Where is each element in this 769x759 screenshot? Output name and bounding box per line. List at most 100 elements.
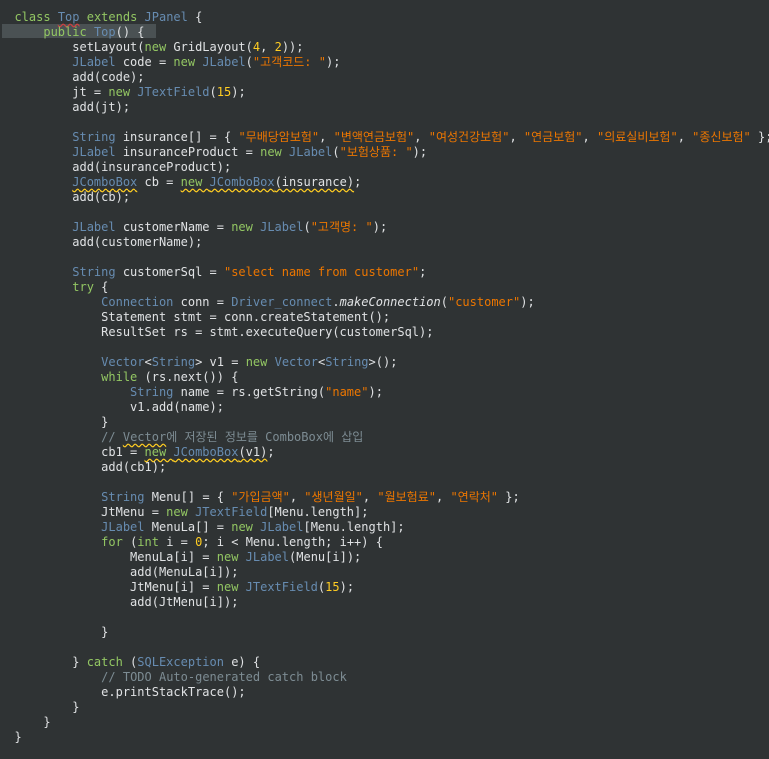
code-token: new: [180, 175, 210, 189]
code-line[interactable]: Connection conn = Driver_connect.makeCon…: [0, 295, 769, 310]
code-line[interactable]: [0, 610, 769, 625]
code-line[interactable]: [0, 250, 769, 265]
code-line[interactable]: add(cb);: [0, 190, 769, 205]
code-token: <: [144, 355, 152, 369]
code-token: ,: [414, 130, 429, 144]
code-line[interactable]: ResultSet rs = stmt.executeQuery(custome…: [0, 325, 769, 340]
code-token: "의료실비보험": [596, 130, 678, 144]
code-line[interactable]: add(MenuLa[i]);: [0, 565, 769, 580]
code-line[interactable]: MenuLa[i] = new JLabel(Menu[i]);: [0, 550, 769, 565]
code-line[interactable]: v1.add(name);: [0, 400, 769, 415]
code-token: conn =: [173, 295, 232, 309]
code-token: );: [368, 385, 383, 399]
code-token: "customer": [447, 295, 521, 309]
code-token: .: [332, 295, 340, 309]
code-token: class: [14, 10, 58, 24]
code-line[interactable]: Statement stmt = conn.createStatement();: [0, 310, 769, 325]
code-line[interactable]: [0, 115, 769, 130]
code-token: add(MenuLa[i]);: [0, 565, 239, 579]
code-editor[interactable]: class Top extends JPanel { public Top() …: [0, 0, 769, 759]
code-token: new: [216, 550, 246, 564]
code-line[interactable]: jt = new JTextField(15);: [0, 85, 769, 100]
code-line[interactable]: setLayout(new GridLayout(4, 2));: [0, 40, 769, 55]
code-line[interactable]: public Top() {: [0, 25, 769, 40]
code-line[interactable]: add(cb1);: [0, 460, 769, 475]
code-line[interactable]: JLabel MenuLa[] = new JLabel[Menu.length…: [0, 520, 769, 535]
code-token: (insurance): [274, 175, 355, 189]
code-line[interactable]: String Menu[] = { "가입금액", "생년월일", "월보험료"…: [0, 490, 769, 505]
code-line[interactable]: JLabel customerName = new JLabel("고객명: "…: [0, 220, 769, 235]
code-line[interactable]: add(customerName);: [0, 235, 769, 250]
code-line[interactable]: }: [0, 730, 769, 745]
code-token: JComboBox: [173, 445, 239, 459]
code-line[interactable]: class Top extends JPanel {: [0, 10, 769, 25]
code-token: {: [93, 280, 109, 294]
code-line[interactable]: Vector<String> v1 = new Vector<String>()…: [0, 355, 769, 370]
code-line[interactable]: cb1 = new JComboBox(v1);: [0, 445, 769, 460]
code-line[interactable]: [0, 205, 769, 220]
code-line[interactable]: }: [0, 415, 769, 430]
code-line[interactable]: JLabel insuranceProduct = new JLabel("보험…: [0, 145, 769, 160]
code-line[interactable]: }: [0, 715, 769, 730]
code-line[interactable]: // TODO Auto-generated catch block: [0, 670, 769, 685]
code-token: extends: [79, 10, 145, 24]
code-token: JComboBox: [209, 175, 275, 189]
code-token: "보험상품: ": [339, 145, 413, 159]
code-token: Auto-generated catch block: [151, 670, 347, 684]
code-line[interactable]: add(insuranceProduct);: [0, 160, 769, 175]
code-token: );: [339, 580, 355, 594]
code-line[interactable]: String customerSql = "select name from c…: [0, 265, 769, 280]
code-token: }: [0, 700, 80, 714]
code-token: "연락처": [450, 490, 499, 504]
code-line[interactable]: JLabel code = new JLabel("고객코드: ");: [0, 55, 769, 70]
code-line[interactable]: // Vector에 저장된 정보를 ComboBox에 삽입: [0, 430, 769, 445]
code-line[interactable]: add(code);: [0, 70, 769, 85]
code-token: ,: [260, 40, 275, 54]
code-line[interactable]: String insurance[] = { "무배당암보험", "변액연금보험…: [0, 130, 769, 145]
code-line[interactable]: try {: [0, 280, 769, 295]
code-token: v1.add(name);: [0, 400, 224, 414]
code-token: (: [122, 535, 138, 549]
code-line[interactable]: String name = rs.getString("name");: [0, 385, 769, 400]
code-line[interactable]: } catch (SQLException e) {: [0, 655, 769, 670]
code-token: catch: [86, 655, 123, 669]
code-token: (rs.next()) {: [137, 370, 239, 384]
code-line[interactable]: JComboBox cb = new JComboBox(insurance);: [0, 175, 769, 190]
code-line[interactable]: for (int i = 0; i < Menu.length; i++) {: [0, 535, 769, 550]
code-line[interactable]: add(jt);: [0, 100, 769, 115]
code-line[interactable]: [0, 475, 769, 490]
code-line[interactable]: e.printStackTrace();: [0, 685, 769, 700]
code-line[interactable]: while (rs.next()) {: [0, 370, 769, 385]
code-token: new: [231, 520, 261, 534]
code-token: ,: [362, 490, 378, 504]
code-token: JLabel: [72, 145, 116, 159]
code-line[interactable]: JtMenu[i] = new JTextField(15);: [0, 580, 769, 595]
code-token: {: [187, 10, 203, 24]
code-token: JLabel: [72, 220, 116, 234]
code-token: ,: [319, 130, 334, 144]
code-token: "select name from customer": [223, 265, 420, 279]
code-line[interactable]: }: [0, 700, 769, 715]
code-token: (: [303, 220, 311, 234]
code-token: }: [0, 655, 87, 669]
code-line[interactable]: add(JtMenu[i]);: [0, 595, 769, 610]
code-token: customerName =: [115, 220, 232, 234]
code-token: Vector: [101, 355, 145, 369]
code-token: "가입금액": [231, 490, 290, 504]
code-line[interactable]: JtMenu = new JTextField[Menu.length];: [0, 505, 769, 520]
code-token: MenuLa[] =: [144, 520, 232, 534]
code-line[interactable]: [0, 340, 769, 355]
code-line[interactable]: [0, 640, 769, 655]
code-token: JtMenu[i] =: [0, 580, 217, 594]
code-token: JTextField: [245, 580, 318, 594]
code-token: new: [231, 220, 261, 234]
code-token: >();: [368, 355, 398, 369]
code-token: ;: [267, 445, 275, 459]
code-line[interactable]: }: [0, 625, 769, 640]
